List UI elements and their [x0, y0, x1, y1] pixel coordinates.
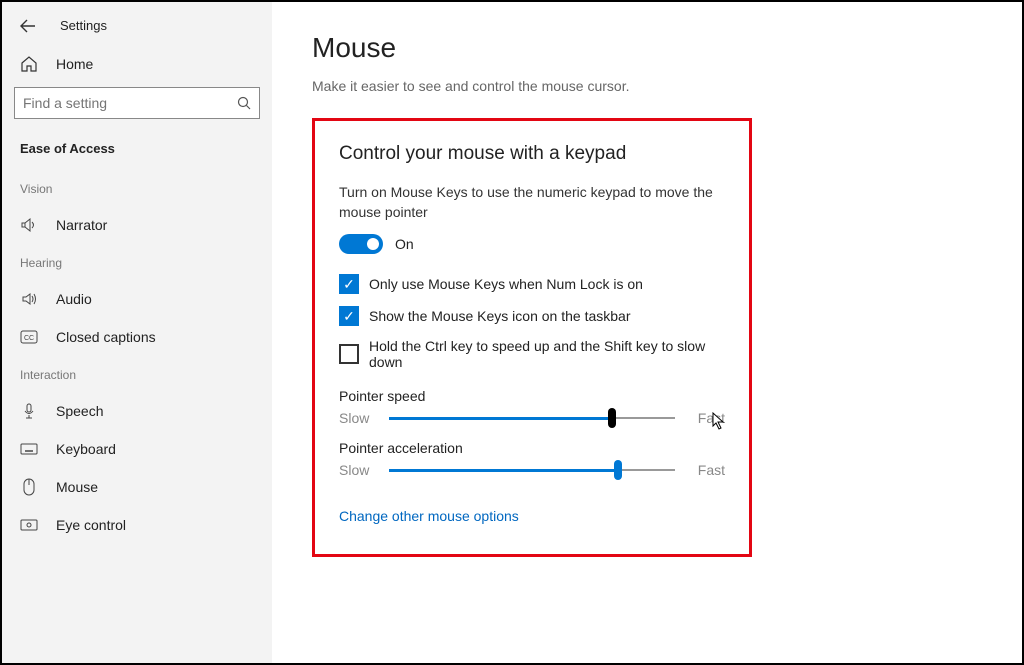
pointer-acceleration-slider[interactable] — [389, 468, 675, 472]
section-title: Control your mouse with a keypad — [339, 143, 725, 165]
slider-left-label: Slow — [339, 410, 379, 426]
sidebar-home-label: Home — [56, 56, 93, 72]
slider-left-label: Slow — [339, 462, 379, 478]
mouse-keys-toggle-row: On — [339, 234, 725, 254]
sidebar-item-closed-captions[interactable]: CC Closed captions — [2, 318, 272, 356]
nav-label: Speech — [56, 403, 103, 419]
check-label: Only use Mouse Keys when Num Lock is on — [369, 276, 643, 292]
check-numlock[interactable]: ✓ — [339, 274, 359, 294]
main-content: Mouse Make it easier to see and control … — [272, 2, 1022, 663]
sidebar-item-keyboard[interactable]: Keyboard — [2, 430, 272, 468]
group-hearing: Hearing — [2, 244, 272, 280]
nav-label: Keyboard — [56, 441, 116, 457]
audio-icon — [20, 290, 38, 308]
toggle-state-label: On — [395, 236, 414, 252]
speech-icon — [20, 402, 38, 420]
search-box[interactable] — [14, 87, 260, 119]
page-subtitle: Make it easier to see and control the mo… — [312, 78, 982, 94]
sidebar-item-speech[interactable]: Speech — [2, 392, 272, 430]
nav-label: Closed captions — [56, 329, 156, 345]
slider-title: Pointer acceleration — [339, 440, 725, 456]
svg-text:CC: CC — [24, 335, 34, 342]
narrator-icon — [20, 216, 38, 234]
search-icon — [237, 96, 251, 110]
check-ctrlshift-row: Hold the Ctrl key to speed up and the Sh… — [339, 338, 725, 370]
nav-label: Audio — [56, 291, 92, 307]
sidebar-category: Ease of Access — [2, 135, 272, 170]
nav-label: Mouse — [56, 479, 98, 495]
check-label: Show the Mouse Keys icon on the taskbar — [369, 308, 630, 324]
check-numlock-row: ✓ Only use Mouse Keys when Num Lock is o… — [339, 274, 725, 294]
group-interaction: Interaction — [2, 356, 272, 392]
sidebar-home[interactable]: Home — [2, 47, 272, 87]
check-taskbar-row: ✓ Show the Mouse Keys icon on the taskba… — [339, 306, 725, 326]
group-vision: Vision — [2, 170, 272, 206]
slider-right-label: Fast — [685, 462, 725, 478]
check-taskbar[interactable]: ✓ — [339, 306, 359, 326]
pointer-speed-slider[interactable] — [389, 416, 675, 420]
search-input[interactable] — [23, 95, 237, 111]
title-bar: Settings — [2, 12, 272, 47]
back-arrow-icon[interactable] — [20, 19, 36, 33]
mouse-icon — [20, 478, 38, 496]
sidebar-item-narrator[interactable]: Narrator — [2, 206, 272, 244]
sidebar: Settings Home Ease of Access Vision Narr… — [2, 2, 272, 663]
eye-icon — [20, 516, 38, 534]
sidebar-item-audio[interactable]: Audio — [2, 280, 272, 318]
home-icon — [20, 55, 38, 73]
cursor-icon — [712, 412, 726, 430]
nav-label: Narrator — [56, 217, 107, 233]
page-title: Mouse — [312, 32, 982, 64]
cc-icon: CC — [20, 328, 38, 346]
slider-pointer-speed-block: Pointer speed Slow Fast Pointer accelera… — [339, 388, 725, 478]
check-ctrlshift[interactable] — [339, 344, 359, 364]
slider-title: Pointer speed — [339, 388, 725, 404]
change-other-mouse-options-link[interactable]: Change other mouse options — [339, 508, 519, 524]
sidebar-item-eye-control[interactable]: Eye control — [2, 506, 272, 544]
highlighted-section: Control your mouse with a keypad Turn on… — [312, 118, 752, 557]
app-title: Settings — [60, 18, 107, 33]
section-description: Turn on Mouse Keys to use the numeric ke… — [339, 183, 719, 222]
check-label: Hold the Ctrl key to speed up and the Sh… — [369, 338, 725, 370]
mouse-keys-toggle[interactable] — [339, 234, 383, 254]
sidebar-item-mouse[interactable]: Mouse — [2, 468, 272, 506]
keyboard-icon — [20, 440, 38, 458]
nav-label: Eye control — [56, 517, 126, 533]
